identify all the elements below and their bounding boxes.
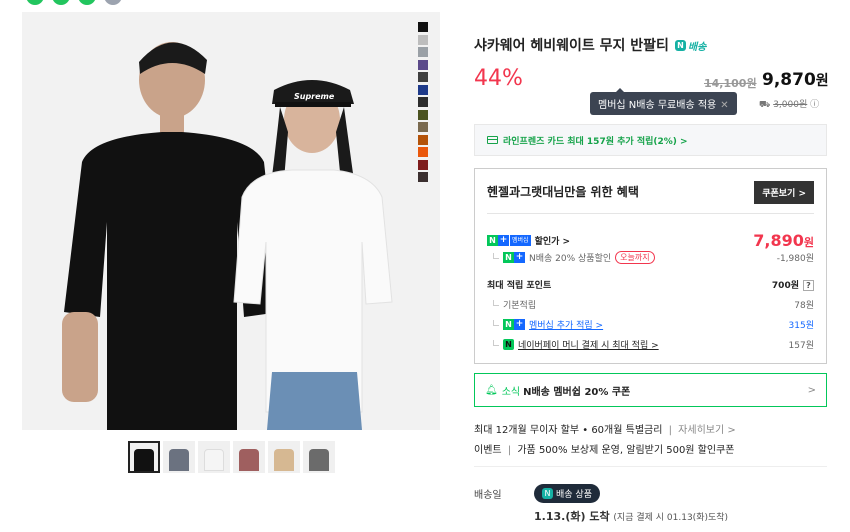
product-thumbnail[interactable] (303, 441, 335, 473)
color-swatch[interactable] (418, 97, 428, 107)
view-coupon-button[interactable]: 쿠폰보기 > (754, 181, 814, 204)
product-thumbnail[interactable] (268, 441, 300, 473)
color-swatch[interactable] (418, 159, 428, 170)
tshirt-icon (169, 449, 189, 471)
close-icon[interactable]: ✕ (720, 100, 728, 111)
bell-icon: 🔔︎ (485, 384, 498, 396)
n-delivery-icon: N (674, 39, 686, 51)
top-indicator-strip (26, 0, 122, 5)
basic-points-row: 기본적립 78원 (487, 298, 814, 311)
indicator-dot (26, 0, 44, 5)
delivery-product-badge: N 배송 상품 (534, 484, 600, 503)
tshirt-icon (239, 449, 259, 471)
product-thumbnail[interactable] (128, 441, 160, 473)
product-thumbnail[interactable] (198, 441, 230, 473)
product-main-image[interactable]: Supreme (22, 12, 440, 430)
tshirt-icon (274, 449, 294, 471)
truck-icon: ⛟ (759, 100, 771, 110)
tshirt-icon (309, 449, 329, 471)
models-illustration (22, 12, 440, 430)
delivery-label: 배송일 (474, 490, 502, 501)
thumbnail-strip (128, 441, 335, 473)
benefit-title: 헨젤과그랫대님만을 위한 혜택 (487, 185, 639, 199)
color-swatch[interactable] (418, 72, 428, 82)
npay-points-row[interactable]: N 네이버페이 머니 결제 시 최대 적립 > 157원 (487, 338, 814, 351)
divider (474, 466, 827, 467)
tshirt-icon (204, 449, 224, 471)
n-plus-membership-tag: N + 멤버십 (487, 235, 531, 246)
n-delivery-icon: N (542, 488, 553, 499)
event-info: 이벤트 | 가품 500% 보상제 운영, 알림받기 500원 할인쿠폰 (474, 445, 735, 456)
color-swatch[interactable] (418, 147, 428, 157)
discount-rate: 44% (474, 66, 523, 91)
product-title-row: 샤카웨어 헤비웨이트 무지 반팔티 N 배송 (474, 35, 706, 55)
n-delivery-badge: N 배송 (674, 38, 706, 53)
discount-price: 7,890원 (753, 231, 814, 250)
news-coupon-banner[interactable]: 🔔︎ 소식 N배송 멤버쉽 20% 쿠폰 > (474, 373, 827, 407)
indicator-dot (52, 0, 70, 5)
card-promo-banner[interactable]: 라인프렌즈 카드 최대 157원 추가 적립(2%) > (474, 124, 827, 156)
indicator-dot (78, 0, 96, 5)
color-swatch[interactable] (418, 122, 428, 132)
credit-card-icon (487, 136, 498, 144)
product-thumbnail[interactable] (233, 441, 265, 473)
help-icon[interactable]: ? (803, 280, 814, 291)
color-swatch[interactable] (418, 34, 428, 45)
color-swatch[interactable] (418, 59, 428, 70)
divider (487, 213, 814, 214)
product-thumbnail[interactable] (163, 441, 195, 473)
npay-icon: N (503, 339, 514, 350)
product-title: 샤카웨어 헤비웨이트 무지 반팔티 (474, 38, 669, 54)
n-plus-tag: N + (503, 252, 525, 263)
tshirt-icon (134, 449, 154, 471)
shipping-fee: ⛟ 3,000원 ⓘ (759, 100, 820, 110)
chevron-right-icon: > (807, 384, 816, 396)
max-points-row: 최대 적립 포인트 700원? (487, 278, 814, 291)
today-only-tag: 오늘까지 (615, 251, 655, 264)
card-promo-text: 라인프렌즈 카드 최대 157원 추가 적립(2%) > (503, 136, 688, 147)
color-swatch[interactable] (418, 22, 428, 32)
nbaesong-discount-row: N + N배송 20% 상품할인 오늘까지 -1,980원 (487, 251, 814, 264)
color-swatch[interactable] (418, 109, 428, 120)
color-swatch-list (418, 22, 428, 185)
color-swatch[interactable] (418, 47, 428, 57)
installment-info: 최대 12개월 무이자 할부 • 60개월 특별금리 | 자세히보기 > (474, 425, 736, 436)
color-swatch[interactable] (418, 172, 428, 182)
original-price: 14,100원 (704, 77, 757, 90)
n-plus-tag: N + (503, 319, 525, 330)
free-shipping-tooltip: 멤버십 N배송 무료배송 적용 ✕ (590, 88, 737, 115)
color-swatch[interactable] (418, 134, 428, 145)
delivery-date: 1.13.(화) 도착 (지금 결제 시 01.13(화)도착) (534, 510, 729, 523)
indicator-dot (104, 0, 122, 5)
sale-price: 9,870원 (762, 70, 829, 90)
color-swatch[interactable] (418, 84, 428, 95)
discount-price-row[interactable]: N + 멤버십 할인가 > 7,890원 (487, 231, 814, 250)
info-icon[interactable]: ⓘ (810, 100, 819, 110)
cap-logo-text: Supreme (294, 92, 335, 101)
membership-points-row[interactable]: N + 멤버십 추가 적립 > 315원 (487, 318, 814, 331)
member-benefit-box: 헨젤과그랫대님만을 위한 혜택 쿠폰보기 > N + 멤버십 할인가 > 7,890… (474, 168, 827, 364)
details-link[interactable]: 자세히보기 > (678, 425, 736, 436)
